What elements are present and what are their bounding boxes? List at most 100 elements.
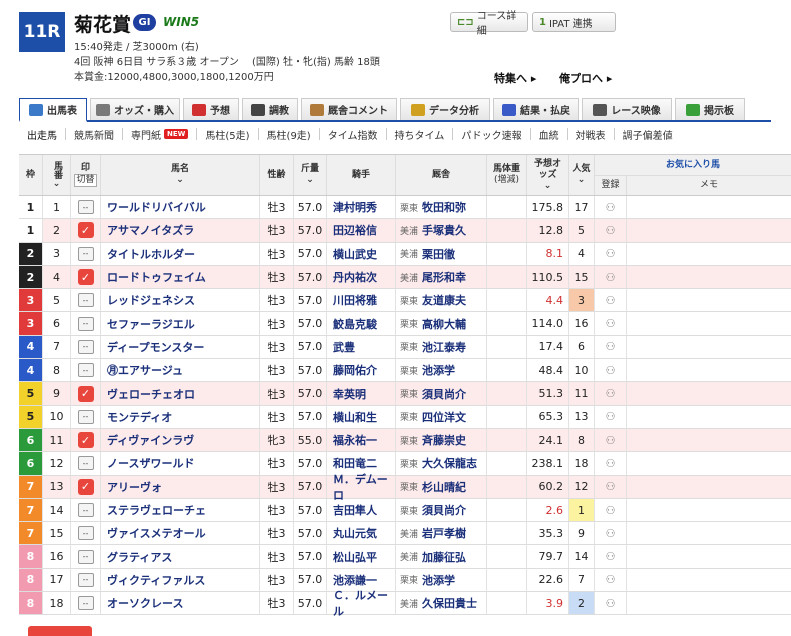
memo-cell[interactable] [627,406,791,428]
horse-name-link[interactable]: セファーラジエル [101,312,260,335]
subtab-9[interactable]: 対戦表 [568,128,615,142]
trainer-link[interactable]: 友道康夫 [422,292,466,308]
subtab-0[interactable]: 出走馬 [19,128,66,142]
add-favorite-icon[interactable]: ⚇ [606,271,616,284]
horse-name-link[interactable]: ディヴァインラヴ [101,428,260,452]
memo-cell[interactable] [627,219,791,241]
course-detail-button[interactable]: ⊏⊐ コース詳細 [450,11,528,37]
memo-cell[interactable] [627,592,791,614]
horse-name-link[interactable]: ヴィクティファルス [101,568,260,592]
trainer-link[interactable]: 斉藤崇史 [422,432,466,448]
horse-name-link[interactable]: ロードトゥフェイム [101,265,260,289]
mark-selector[interactable]: -- [77,293,94,308]
add-favorite-icon[interactable]: ⚇ [606,573,616,586]
horse-name-link[interactable]: ヴェローチェオロ [101,382,260,405]
jockey-link[interactable]: 横山和生 [327,405,396,428]
horse-name-link[interactable]: グラティアス [101,545,260,568]
trainer-link[interactable]: 久保田貴士 [422,595,477,611]
memo-cell[interactable] [627,476,791,498]
jockey-link[interactable]: 福永祐一 [327,428,396,452]
add-favorite-icon[interactable]: ⚇ [606,504,616,517]
memo-cell[interactable] [627,429,791,451]
trainer-link[interactable]: 手塚貴久 [422,222,466,238]
memo-cell[interactable] [627,382,791,404]
header-odds[interactable]: 予想オッズ ⌄ [527,155,569,195]
add-favorite-icon[interactable]: ⚇ [606,387,616,400]
trainer-link[interactable]: 須貝尚介 [422,502,466,518]
horse-name-link[interactable]: ノースザワールド [101,452,260,475]
trainer-link[interactable]: 尾形和幸 [422,269,466,285]
header-horse-name[interactable]: 馬名 ⌄ [101,155,260,195]
mark-selector[interactable]: -- [77,503,94,517]
trainer-link[interactable]: 大久保龍志 [422,455,477,471]
tab-1[interactable]: オッズ・購入 [90,98,180,120]
memo-cell[interactable] [627,336,791,358]
tab-8[interactable]: 掲示板 [675,98,745,120]
trainer-link[interactable]: 須貝尚介 [422,386,466,402]
tab-4[interactable]: 厩舎コメント [301,98,397,120]
mark-selector[interactable]: -- [77,456,94,471]
jockey-link[interactable]: 横山武史 [327,242,396,265]
jockey-link[interactable]: 川田将雅 [327,289,396,312]
mark-selector[interactable]: -- [77,549,94,564]
subtab-4[interactable]: 馬柱(9走) [259,128,320,142]
header-kinryo[interactable]: 斤量 ⌄ [294,155,327,195]
jockey-link[interactable]: 津村明秀 [327,196,396,219]
header-umaban[interactable]: 馬番 ⌄ [43,155,71,195]
memo-cell[interactable] [627,359,791,381]
subtab-1[interactable]: 競馬新聞 [66,128,123,142]
mark-selector[interactable]: -- [77,200,94,215]
mark-selector[interactable]: -- [77,363,94,378]
mark-selector[interactable]: -- [77,572,94,587]
yopro-link[interactable]: 俺プロへ ▸ [559,70,612,86]
check-mark-icon[interactable]: ✓ [77,269,94,286]
memo-cell[interactable] [627,452,791,474]
memo-cell[interactable] [627,499,791,521]
trainer-link[interactable]: 四位洋文 [422,409,466,425]
special-feature-link[interactable]: 特集へ ▸ [494,70,536,86]
add-favorite-icon[interactable]: ⚇ [606,294,616,307]
add-favorite-icon[interactable]: ⚇ [606,317,616,330]
tab-0[interactable]: 出馬表 [19,98,87,122]
add-favorite-icon[interactable]: ⚇ [606,527,616,540]
horse-name-link[interactable]: ワールドリバイバル [101,196,260,219]
mark-selector[interactable]: -- [77,246,94,261]
jockey-link[interactable]: 幸英明 [327,382,396,405]
jockey-link[interactable]: Ｍ．デムーロ [327,473,396,502]
memo-cell[interactable] [627,196,791,218]
horse-name-link[interactable]: ㊊エアサージュ [101,359,260,382]
subtab-10[interactable]: 調子偏差値 [615,128,681,142]
trainer-link[interactable]: 牧田和弥 [422,199,466,215]
horse-name-link[interactable]: オーソクレース [101,592,260,615]
add-favorite-icon[interactable]: ⚇ [606,597,616,610]
mark-selector[interactable]: -- [77,316,94,331]
trainer-link[interactable]: 杉山晴紀 [422,479,466,495]
jockey-link[interactable]: 鮫島克駿 [327,312,396,335]
memo-cell[interactable] [627,545,791,567]
horse-name-link[interactable]: レッドジェネシス [101,289,260,312]
mark-selector[interactable]: -- [77,409,94,424]
horse-name-link[interactable]: タイトルホルダー [101,242,260,265]
tab-3[interactable]: 調教 [242,98,298,120]
horse-name-link[interactable]: モンテディオ [101,405,260,428]
jockey-link[interactable]: 松山弘平 [327,545,396,568]
subtab-8[interactable]: 血統 [531,128,568,142]
memo-cell[interactable] [627,522,791,544]
ipat-link-button[interactable]: 1 IPAT 連携 [532,12,616,32]
add-favorite-icon[interactable]: ⚇ [606,340,616,353]
add-favorite-icon[interactable]: ⚇ [606,410,616,423]
header-mark[interactable]: 印切替 [71,155,101,195]
trainer-link[interactable]: 池添学 [422,362,455,378]
add-favorite-icon[interactable]: ⚇ [606,224,616,237]
header-popularity[interactable]: 人気 ⌄ [569,155,595,195]
trainer-link[interactable]: 高柳大輔 [422,316,466,332]
memo-cell[interactable] [627,312,791,334]
add-favorite-icon[interactable]: ⚇ [606,550,616,563]
memo-cell[interactable] [627,243,791,265]
add-favorite-icon[interactable]: ⚇ [606,201,616,214]
add-favorite-icon[interactable]: ⚇ [606,480,616,493]
add-favorite-icon[interactable]: ⚇ [606,247,616,260]
mark-selector[interactable]: -- [77,526,94,541]
add-favorite-icon[interactable]: ⚇ [606,457,616,470]
subtab-5[interactable]: タイム指数 [320,128,387,142]
